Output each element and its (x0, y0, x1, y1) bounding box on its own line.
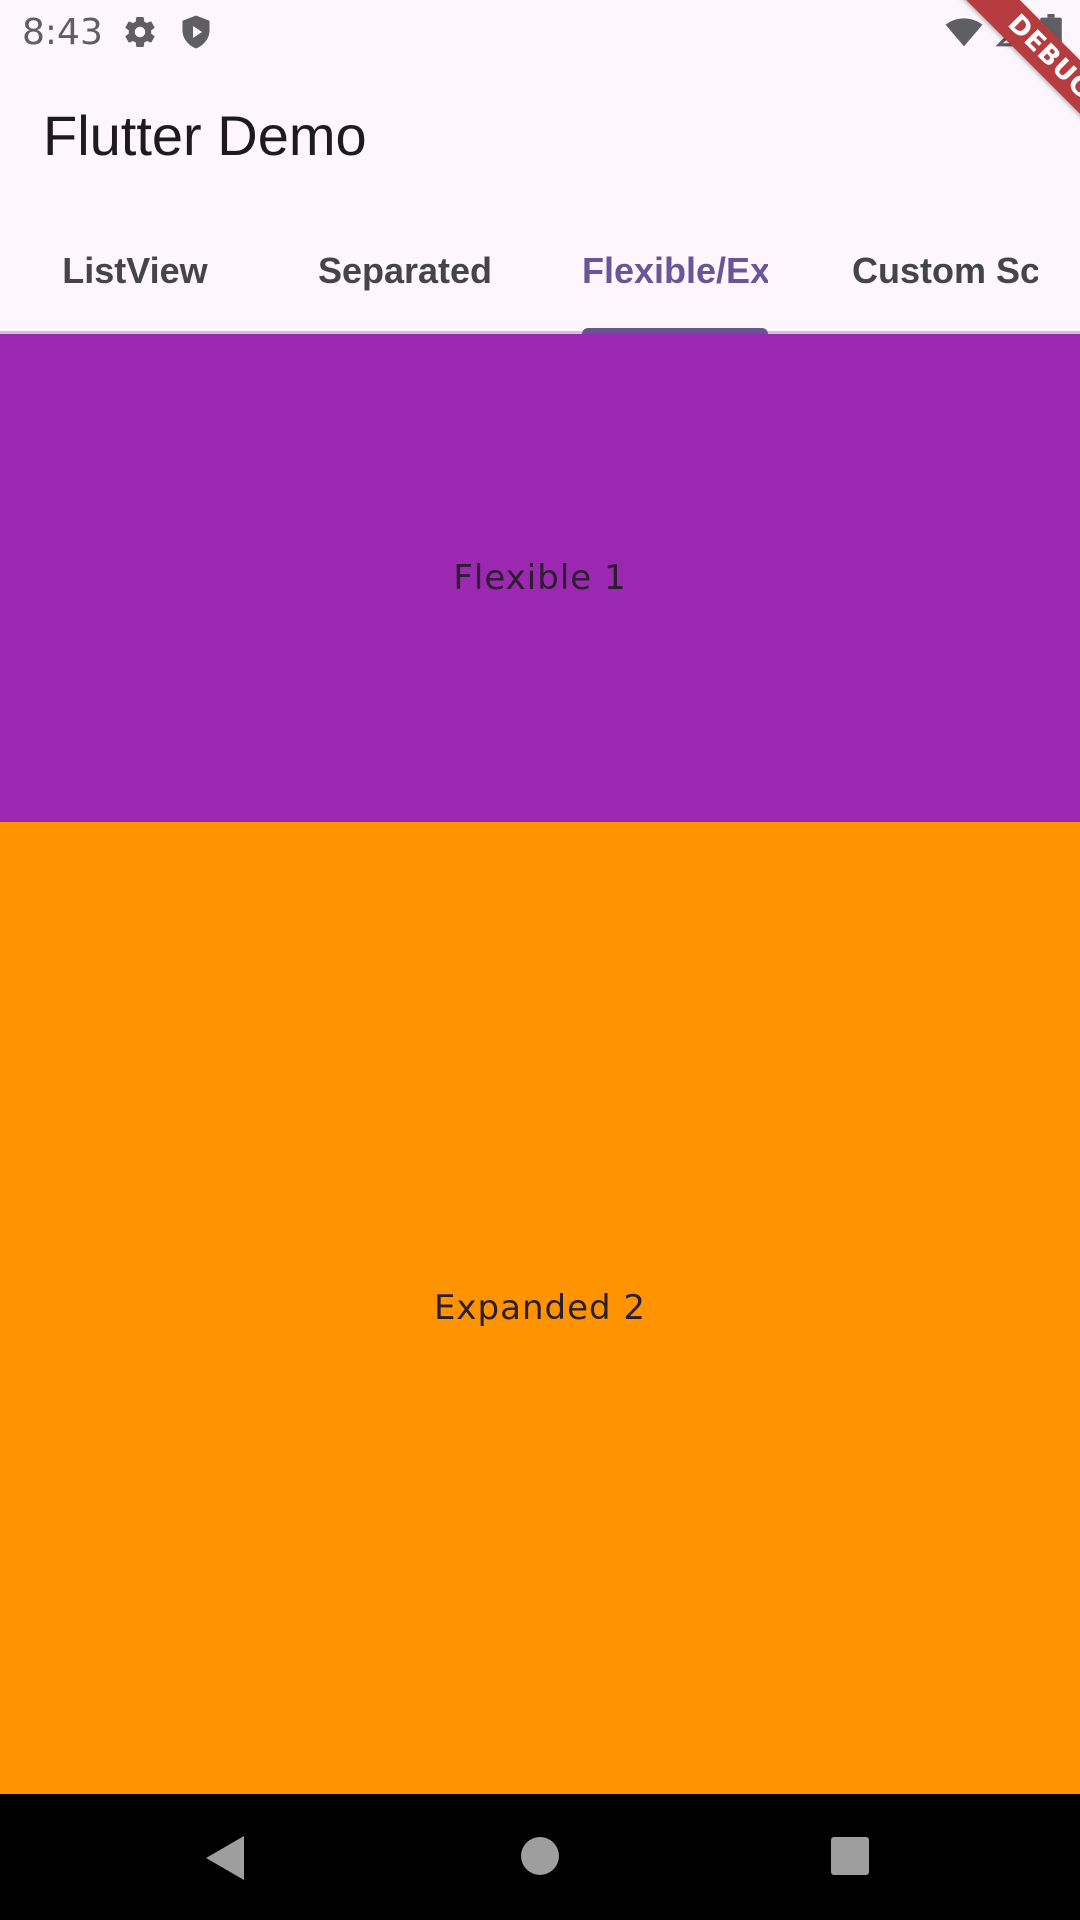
tab-custom-scroll[interactable]: Custom Sc (810, 210, 1080, 331)
tab-label: Separated (317, 249, 493, 291)
back-icon[interactable] (204, 1834, 248, 1887)
navigation-bar (0, 1794, 1080, 1920)
tab-flexible-expanded[interactable]: Flexible/Ex (540, 210, 810, 331)
expanded-panel: Expanded 2 (0, 822, 1080, 1794)
flexible-label: Flexible 1 (453, 558, 627, 598)
tab-listview[interactable]: ListView (0, 210, 270, 331)
tab-label: Flexible/Ex (582, 249, 768, 291)
flexible-panel: Flexible 1 (0, 334, 1080, 822)
recents-icon[interactable] (830, 1836, 870, 1881)
debug-ribbon: DEBUG (944, 0, 1080, 163)
expanded-label: Expanded 2 (433, 1288, 647, 1328)
page-title: Flutter Demo (43, 104, 367, 167)
status-time: 8:43 (22, 12, 103, 53)
debug-banner: DEBUG (900, 0, 1080, 180)
home-icon[interactable] (520, 1836, 560, 1881)
tab-bar: ListView Separated Flexible/Ex Custom Sc (0, 210, 1080, 334)
tab-label: Custom Sc (852, 249, 1038, 291)
shield-icon (180, 14, 212, 50)
gear-icon (122, 14, 158, 50)
tab-separated[interactable]: Separated (270, 210, 540, 331)
tab-label: ListView (62, 249, 208, 291)
